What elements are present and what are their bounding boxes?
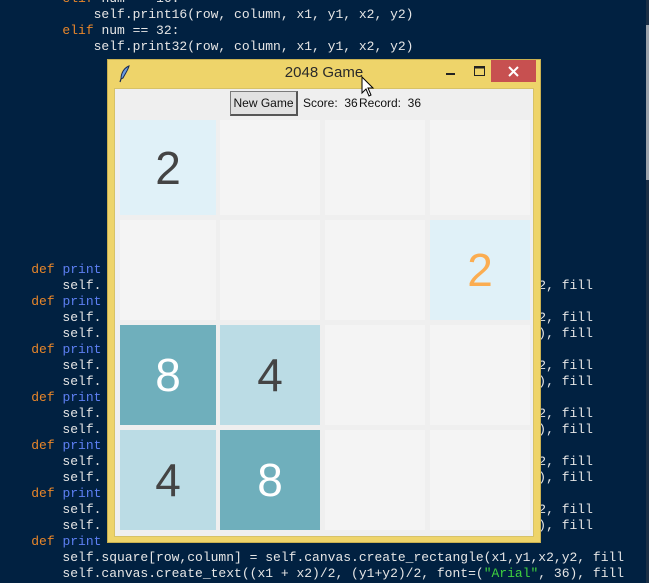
- code-token: print: [62, 438, 102, 453]
- code-line: self.square[row,column] = self.canvas.cr…: [0, 550, 624, 566]
- code-token: "Arial": [483, 566, 539, 581]
- code-line: def print: [0, 438, 101, 454]
- game-toolbar: New Game Score: 36 Record: 36: [115, 89, 533, 119]
- tile-4: 4: [120, 430, 216, 530]
- code-token: def: [31, 294, 55, 309]
- empty-cell: [430, 325, 530, 425]
- code-line: def print: [0, 294, 101, 310]
- code-token: def: [31, 534, 55, 549]
- tile-4: 4: [220, 325, 320, 425]
- code-token: def: [31, 486, 55, 501]
- code-token: print: [62, 534, 102, 549]
- code-token: self.print32(row, column, x1, y1, x2, y2…: [0, 39, 414, 54]
- code-token: def: [31, 262, 55, 277]
- code-line: elif num == 16:: [0, 0, 179, 7]
- tile-8: 8: [120, 325, 216, 425]
- code-line: self.print32(row, column, x1, y1, x2, y2…: [0, 39, 414, 55]
- code-line: def print: [0, 486, 101, 502]
- empty-cell: [325, 120, 425, 215]
- empty-cell: [120, 220, 216, 320]
- close-icon: [508, 65, 519, 77]
- empty-cell: [430, 120, 530, 215]
- empty-cell: [325, 325, 425, 425]
- code-token: def: [31, 438, 55, 453]
- code-token: def: [31, 390, 55, 405]
- record-label: Record: 36: [359, 96, 422, 110]
- code-token: print: [62, 390, 102, 405]
- game-client-area: New Game Score: 36 Record: 36 2 2 8448: [114, 88, 534, 537]
- game-board: 2 2 8448: [120, 120, 531, 531]
- code-token: self.square[row,column] = self.canvas.cr…: [0, 550, 625, 565]
- code-token: self.print16(row, column, x1, y1, x2, y2…: [0, 7, 414, 22]
- code-token: num == 16:: [94, 0, 179, 6]
- code-line: self.print16(row, column, x1, y1, x2, y2…: [0, 7, 414, 23]
- code-line: def print: [0, 534, 101, 550]
- code-token: self.canvas.create_text((x1 + x2)/2, (y1…: [0, 566, 484, 581]
- game-window: 2048 Game New Game Score: 36 Record: 36 …: [107, 59, 541, 543]
- empty-cell: [220, 220, 320, 320]
- code-token: , 36), fill: [538, 566, 625, 581]
- close-button[interactable]: [491, 60, 536, 82]
- maximize-button[interactable]: [466, 60, 492, 82]
- code-token: print: [62, 294, 102, 309]
- code-line: self.canvas.create_text((x1 + x2)/2, (y1…: [0, 566, 624, 582]
- code-line: def print: [0, 342, 101, 358]
- empty-cell: [325, 220, 425, 320]
- maximize-icon: [473, 66, 485, 76]
- title-bar[interactable]: 2048 Game: [108, 60, 540, 88]
- new-game-button[interactable]: New Game: [230, 91, 298, 116]
- code-token: num == 32:: [93, 23, 180, 38]
- tile-2: 2: [120, 120, 216, 215]
- code-token: print: [62, 486, 102, 501]
- code-token: elif: [62, 0, 93, 6]
- score-label: Score: 36: [303, 96, 358, 110]
- code-token: def: [31, 342, 55, 357]
- minimize-icon: [446, 73, 455, 75]
- minimize-button[interactable]: [438, 60, 464, 82]
- empty-cell: [430, 430, 530, 530]
- code-token: print: [62, 342, 102, 357]
- code-token: print: [62, 262, 102, 277]
- code-token: elif: [62, 23, 94, 38]
- tile-2: 2: [430, 220, 530, 320]
- tile-8: 8: [220, 430, 320, 530]
- empty-cell: [325, 430, 425, 530]
- empty-cell: [220, 120, 320, 215]
- mouse-cursor-icon: [361, 76, 375, 97]
- code-line: elif num == 32:: [0, 23, 179, 39]
- code-line: def print: [0, 390, 101, 406]
